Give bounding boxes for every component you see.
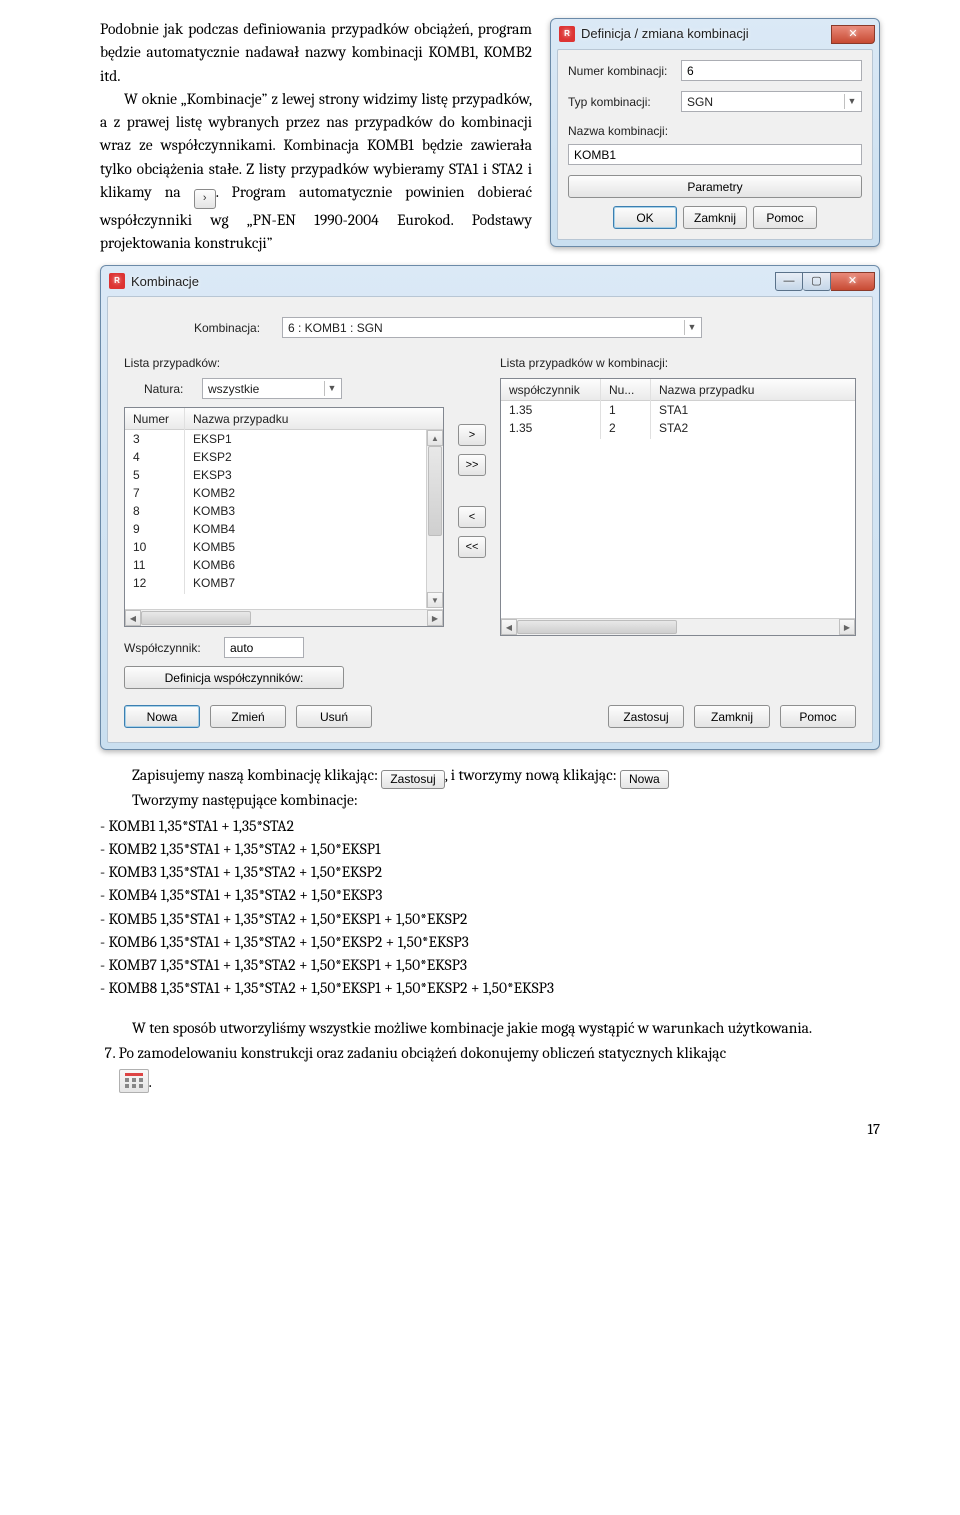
paragraph: W ten sposób utworzyliśmy wszystkie możl…	[100, 1017, 880, 1040]
col-number: Nu...	[601, 379, 651, 401]
titlebar[interactable]: R Kombinacje — ▢ ✕	[101, 266, 879, 296]
paragraph: Zapisujemy naszą kombinację klikając: Za…	[132, 764, 880, 789]
close-button[interactable]: Zamknij	[683, 206, 747, 229]
scrollbar-vertical[interactable]	[426, 430, 443, 608]
new-button[interactable]: Nowa	[124, 705, 200, 728]
combination-definition-dialog: R Definicja / zmiana kombinacji ✕ Numer …	[550, 18, 880, 247]
combination-type-select[interactable]: SGN ▼	[681, 91, 862, 112]
col-name: Nazwa przypadku	[185, 408, 443, 430]
move-left-button[interactable]: <	[458, 506, 486, 528]
combination-number-field[interactable]	[681, 60, 862, 81]
left-list-title: Lista przypadków:	[124, 354, 444, 372]
combination-name-field[interactable]	[568, 144, 862, 165]
delete-button[interactable]: Usuń	[296, 705, 372, 728]
list-item-7: Po zamodelowaniu konstrukcji oraz zadani…	[119, 1042, 880, 1095]
apply-button-inline[interactable]: Zastosuj	[381, 770, 444, 789]
help-button[interactable]: Pomoc	[753, 206, 817, 229]
chevron-down-icon: ▼	[844, 94, 859, 109]
right-list-title: Lista przypadków w kombinacji:	[500, 354, 856, 372]
parameters-button[interactable]: Parametry	[568, 175, 862, 198]
combination-select[interactable]: 6 : KOMB1 : SGN ▼	[282, 317, 702, 338]
combination-line: - KOMB1 1,35*STA1 + 1,35*STA2	[100, 815, 880, 838]
titlebar[interactable]: R Definicja / zmiana kombinacji ✕	[551, 19, 879, 49]
label-number: Numer kombinacji:	[568, 62, 673, 80]
combination-cases-list[interactable]: współczynnik Nu... Nazwa przypadku 1.351…	[500, 378, 856, 636]
combination-line: - KOMB4 1,35*STA1 + 1,35*STA2 + 1,50*EKS…	[100, 884, 880, 907]
help-button[interactable]: Pomoc	[780, 705, 856, 728]
scrollbar-horizontal[interactable]	[501, 618, 855, 635]
combination-line: - KOMB3 1,35*STA1 + 1,35*STA2 + 1,50*EKS…	[100, 861, 880, 884]
label-combination: Kombinacja:	[194, 319, 274, 337]
scrollbar-horizontal[interactable]	[125, 609, 443, 626]
label-type: Typ kombinacji:	[568, 93, 673, 111]
modify-button[interactable]: Zmień	[210, 705, 286, 728]
combination-line: - KOMB2 1,35*STA1 + 1,35*STA2 + 1,50*EKS…	[100, 838, 880, 861]
close-button[interactable]: Zamknij	[694, 705, 770, 728]
combinations-text-list: - KOMB1 1,35*STA1 + 1,35*STA2- KOMB2 1,3…	[100, 815, 880, 1001]
close-icon[interactable]: ✕	[831, 272, 875, 291]
col-number: Numer	[125, 408, 185, 430]
apply-button[interactable]: Zastosuj	[608, 705, 684, 728]
window-title: Kombinacje	[131, 272, 199, 292]
arrow-right-icon[interactable]: ›	[194, 189, 216, 209]
move-all-left-button[interactable]: <<	[458, 536, 486, 558]
coefficient-field[interactable]	[224, 637, 304, 658]
new-button-inline[interactable]: Nowa	[620, 770, 669, 789]
move-right-button[interactable]: >	[458, 424, 486, 446]
list-item[interactable]: 12KOMB7	[125, 574, 443, 592]
combination-line: - KOMB6 1,35*STA1 + 1,35*STA2 + 1,50*EKS…	[100, 931, 880, 954]
label-name: Nazwa kombinacji:	[568, 122, 862, 140]
page-number: 17	[100, 1118, 880, 1141]
nature-select[interactable]: wszystkie ▼	[202, 378, 342, 399]
combination-line: - KOMB8 1,35*STA1 + 1,35*STA2 + 1,50*EKS…	[100, 977, 880, 1000]
col-case-name: Nazwa przypadku	[651, 379, 855, 401]
combination-line: - KOMB5 1,35*STA1 + 1,35*STA2 + 1,50*EKS…	[100, 908, 880, 931]
combinations-dialog: R Kombinacje — ▢ ✕ Kombinacja: 6 : KOMB1…	[100, 265, 880, 750]
cases-list[interactable]: Numer Nazwa przypadku 3EKSP14EKSP25EKSP3…	[124, 407, 444, 627]
combination-line: - KOMB7 1,35*STA1 + 1,35*STA2 + 1,50*EKS…	[100, 954, 880, 977]
list-item[interactable]: 1.352STA2	[501, 419, 855, 437]
app-icon: R	[559, 26, 575, 42]
calculate-icon[interactable]	[119, 1069, 149, 1093]
app-icon: R	[109, 273, 125, 289]
ok-button[interactable]: OK	[613, 206, 677, 229]
col-coefficient: współczynnik	[501, 379, 601, 401]
close-icon[interactable]: ✕	[831, 25, 875, 44]
move-all-right-button[interactable]: >>	[458, 454, 486, 476]
maximize-icon[interactable]: ▢	[803, 272, 831, 291]
chevron-down-icon: ▼	[324, 381, 339, 396]
paragraph: Tworzymy następujące kombinacje:	[132, 789, 880, 812]
window-title: Definicja / zmiana kombinacji	[581, 24, 749, 44]
coefficient-definition-button[interactable]: Definicja współczynników:	[124, 666, 344, 689]
minimize-icon[interactable]: —	[775, 272, 803, 291]
label-coefficient: Współczynnik:	[124, 639, 216, 657]
label-nature: Natura:	[144, 380, 194, 398]
chevron-down-icon: ▼	[684, 320, 699, 335]
